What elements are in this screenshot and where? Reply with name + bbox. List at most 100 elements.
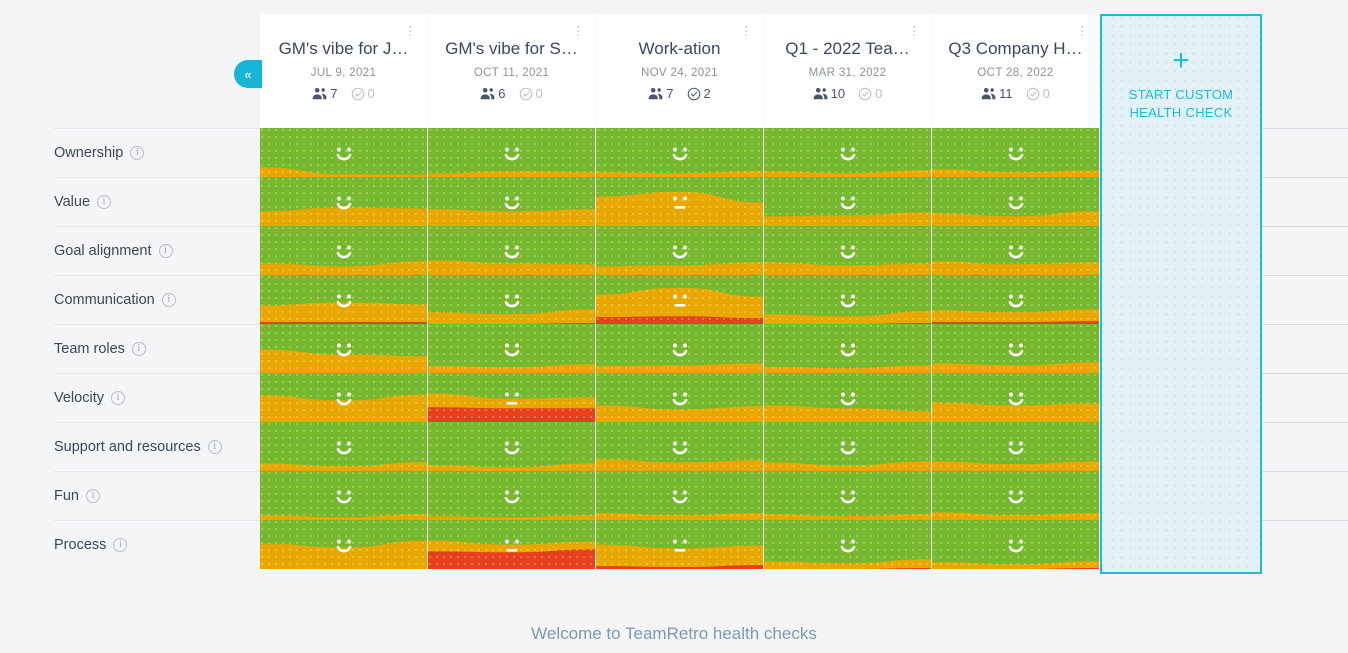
health-check-cell[interactable] — [596, 471, 763, 520]
health-check-cell[interactable] — [932, 422, 1099, 471]
health-check-cell[interactable] — [764, 324, 931, 373]
dimension-label: Support and resources — [54, 438, 201, 455]
health-check-cell[interactable] — [596, 520, 763, 569]
health-check-cell[interactable] — [932, 177, 1099, 226]
health-check-cell[interactable] — [428, 422, 595, 471]
completed-count-value: 0 — [875, 86, 883, 101]
sentiment-face-icon — [840, 147, 855, 160]
health-check-cell[interactable] — [764, 128, 931, 177]
health-check-cell[interactable] — [260, 422, 427, 471]
sentiment-face-icon — [1008, 392, 1023, 405]
dimension-label: Goal alignment — [54, 242, 152, 259]
session-card[interactable]: GM's vibe for J… JUL 9, 2021 7 0 — [260, 14, 427, 128]
health-check-cell[interactable] — [428, 520, 595, 569]
session-card[interactable]: Q1 - 2022 Tea… MAR 31, 2022 10 0 — [764, 14, 931, 128]
info-icon[interactable]: i — [158, 243, 173, 258]
sentiment-face-icon — [840, 294, 855, 307]
info-icon[interactable]: i — [130, 145, 145, 160]
health-check-cell[interactable] — [764, 422, 931, 471]
health-check-grid-page: « GM's vibe for J… JUL 9, 2021 7 0 GM's vibe… — [0, 0, 1348, 653]
info-icon[interactable]: i — [110, 390, 125, 405]
health-check-cell[interactable] — [932, 226, 1099, 275]
dimension-label-row: Process i — [54, 520, 128, 569]
sentiment-face-icon — [336, 539, 351, 552]
health-check-cell[interactable] — [932, 520, 1099, 569]
sentiment-face-icon — [504, 147, 519, 160]
session-stats: 11 0 — [932, 86, 1099, 101]
health-check-cell[interactable] — [596, 373, 763, 422]
health-check-cell[interactable] — [428, 324, 595, 373]
participant-count-value: 7 — [330, 86, 338, 101]
health-check-cell[interactable] — [260, 324, 427, 373]
health-check-cell[interactable] — [932, 373, 1099, 422]
info-icon[interactable]: i — [86, 488, 100, 503]
completed-count: 2 — [687, 86, 711, 101]
health-check-cell[interactable] — [260, 471, 427, 520]
participant-count: 11 — [981, 86, 1013, 101]
health-check-cell[interactable] — [596, 177, 763, 226]
sentiment-face-icon — [504, 245, 519, 258]
health-check-cell[interactable] — [596, 275, 763, 324]
sentiment-face-icon — [504, 392, 519, 405]
sentiment-face-icon — [336, 294, 351, 307]
session-menu-icon[interactable] — [907, 22, 921, 40]
info-icon[interactable]: i — [207, 439, 222, 454]
health-check-cell[interactable] — [932, 471, 1099, 520]
sentiment-face-icon — [840, 441, 855, 454]
session-menu-icon[interactable] — [403, 22, 417, 40]
health-check-cell[interactable] — [764, 226, 931, 275]
health-check-cell[interactable] — [596, 422, 763, 471]
info-icon[interactable]: i — [113, 537, 128, 552]
info-icon[interactable]: i — [161, 292, 176, 307]
health-check-cell[interactable] — [260, 275, 427, 324]
info-icon[interactable]: i — [131, 341, 146, 356]
people-icon — [648, 87, 663, 100]
sentiment-face-icon — [840, 490, 855, 503]
session-card[interactable]: GM's vibe for S… OCT 11, 2021 6 0 — [428, 14, 595, 128]
health-check-cell[interactable] — [764, 471, 931, 520]
health-check-cell[interactable] — [764, 373, 931, 422]
dimension-label: Value — [54, 193, 91, 210]
health-check-cell[interactable] — [596, 226, 763, 275]
sentiment-face-icon — [840, 245, 855, 258]
row-cells — [260, 373, 1100, 422]
session-header-row: GM's vibe for J… JUL 9, 2021 7 0 GM's vibe f… — [260, 14, 1100, 128]
health-check-cell[interactable] — [260, 128, 427, 177]
sentiment-face-icon — [336, 147, 351, 160]
health-check-cell[interactable] — [428, 373, 595, 422]
session-card[interactable]: Work-ation NOV 24, 2021 7 2 — [596, 14, 763, 128]
completed-count-value: 0 — [535, 86, 543, 101]
sentiment-face-icon — [504, 294, 519, 307]
completed-count: 0 — [351, 86, 375, 101]
session-menu-icon[interactable] — [739, 22, 753, 40]
sentiment-face-icon — [1008, 343, 1023, 356]
dimension-label: Velocity — [54, 389, 104, 406]
people-icon — [312, 87, 327, 100]
health-check-cell[interactable] — [932, 324, 1099, 373]
health-check-cell[interactable] — [428, 128, 595, 177]
health-check-cell[interactable] — [764, 177, 931, 226]
collapse-sidebar-button[interactable]: « — [234, 60, 262, 88]
row-cells — [260, 177, 1100, 226]
health-check-cell[interactable] — [428, 471, 595, 520]
info-icon[interactable]: i — [97, 194, 112, 209]
health-check-cell[interactable] — [596, 128, 763, 177]
health-check-cell[interactable] — [764, 275, 931, 324]
health-check-cell[interactable] — [428, 275, 595, 324]
health-check-cell[interactable] — [428, 177, 595, 226]
health-check-cell[interactable] — [260, 226, 427, 275]
health-check-cell[interactable] — [260, 520, 427, 569]
health-check-cell[interactable] — [764, 520, 931, 569]
health-check-cell[interactable] — [932, 275, 1099, 324]
session-menu-icon[interactable] — [571, 22, 585, 40]
health-check-cell[interactable] — [596, 324, 763, 373]
dimension-label-row: Value i — [54, 177, 112, 226]
sentiment-face-icon — [672, 343, 687, 356]
session-menu-icon[interactable] — [1075, 22, 1089, 40]
health-check-cell[interactable] — [260, 373, 427, 422]
session-card[interactable]: Q3 Company H… OCT 28, 2022 11 0 — [932, 14, 1099, 128]
start-custom-health-check-button[interactable]: + Start custom health check — [1100, 14, 1262, 574]
health-check-cell[interactable] — [428, 226, 595, 275]
health-check-cell[interactable] — [260, 177, 427, 226]
health-check-cell[interactable] — [932, 128, 1099, 177]
